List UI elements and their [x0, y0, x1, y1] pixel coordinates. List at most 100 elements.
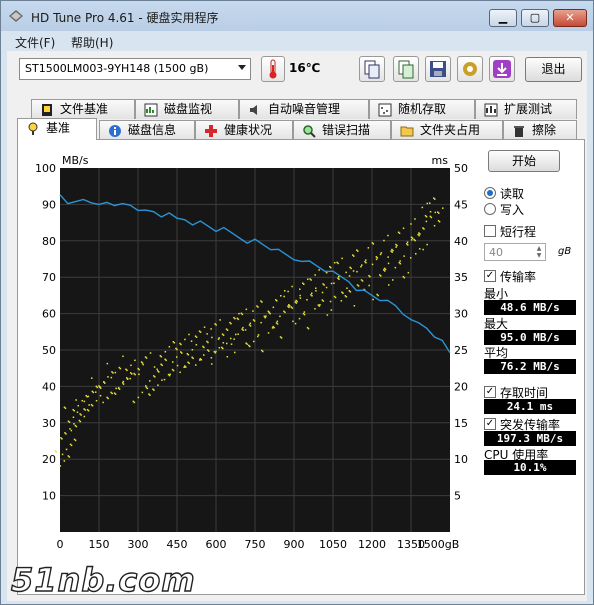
- write-label: 写入: [500, 203, 525, 217]
- access-time-point: [376, 257, 379, 259]
- tab-benchmark[interactable]: 基准: [17, 118, 97, 140]
- stepper-down-icon[interactable]: ▼: [534, 252, 544, 259]
- options-button[interactable]: [457, 56, 483, 82]
- y-left-unit: MB/s: [62, 154, 89, 167]
- tab-disk-info[interactable]: 磁盘信息: [99, 120, 195, 140]
- stepper-up-icon[interactable]: ▲: [534, 245, 544, 252]
- access-time-point: [249, 322, 252, 325]
- download-button[interactable]: [489, 56, 515, 82]
- access-time-point: [160, 356, 163, 358]
- access-time-point: [396, 244, 398, 247]
- access-time-point: [411, 237, 414, 240]
- short-stroke-unit: gB: [558, 246, 572, 257]
- title-bar[interactable]: HD Tune Pro 4.61 - 硬盘实用程序 ▁ ▢ ✕: [1, 1, 593, 31]
- access-time-point: [185, 366, 187, 368]
- access-time-point: [210, 328, 212, 330]
- access-time-point: [211, 336, 213, 339]
- tab-random-access[interactable]: 随机存取: [369, 99, 475, 119]
- access-time-point: [323, 284, 325, 286]
- y-right-tick-label: 35: [454, 271, 468, 284]
- access-time-point: [272, 306, 275, 309]
- read-radio[interactable]: [484, 187, 496, 199]
- access-time-point: [418, 234, 420, 237]
- short-stroke-stepper[interactable]: 40 ▲ ▼: [484, 243, 546, 261]
- y-left-tick-label: 100: [35, 162, 56, 175]
- close-button[interactable]: ✕: [553, 9, 587, 27]
- short-stroke-label: 短行程: [500, 225, 537, 239]
- access-time-point: [391, 251, 393, 253]
- access-time-point: [195, 336, 198, 338]
- access-time-point: [356, 270, 358, 273]
- drive-select[interactable]: ST1500LM003-9YH148 (1500 gB): [19, 58, 251, 80]
- access-time-point: [379, 253, 382, 256]
- access-time-point: [157, 384, 159, 386]
- access-time-point: [388, 284, 390, 286]
- access-time-point: [234, 351, 236, 354]
- access-time-point: [341, 257, 343, 260]
- save-button[interactable]: [425, 56, 451, 82]
- menu-file[interactable]: 文件(F): [15, 34, 55, 51]
- access-time-point: [383, 239, 385, 242]
- access-time-point: [337, 262, 339, 265]
- burst-rate-checkbox[interactable]: ✓: [484, 418, 496, 430]
- y-right-tick-label: 45: [454, 198, 468, 211]
- access-time-point: [110, 376, 113, 379]
- access-time-point: [330, 309, 333, 311]
- tab-folder-usage[interactable]: 文件夹占用: [391, 120, 503, 140]
- write-radio[interactable]: [484, 203, 496, 215]
- access-time-point: [299, 288, 301, 290]
- watermark: 51nb.com: [10, 560, 196, 599]
- access-time-point: [122, 383, 125, 385]
- access-time-point: [211, 363, 213, 365]
- menu-help[interactable]: 帮助(H): [71, 34, 113, 51]
- tab-erase[interactable]: 擦除: [503, 120, 577, 140]
- tab-extra-tests[interactable]: 扩展测试: [475, 99, 577, 119]
- copy-info-button[interactable]: [359, 56, 385, 82]
- y-right-tick-label: 30: [454, 308, 468, 321]
- access-time-point: [119, 367, 122, 370]
- start-button[interactable]: 开始: [488, 150, 560, 172]
- access-time-point: [425, 220, 428, 223]
- access-time-point: [145, 385, 147, 387]
- access-time-point: [406, 241, 409, 244]
- y-left-tick-label: 70: [42, 271, 56, 284]
- access-time-point: [268, 311, 271, 314]
- access-time-point: [172, 361, 174, 363]
- tab-label: 基准: [46, 121, 71, 135]
- tab-health[interactable]: 健康状况: [195, 120, 293, 140]
- benchmark-panel: 10 20 30 40 50 60 70 80 90 100 5 10 15 20 25 30 35 40 45 50…: [17, 139, 585, 595]
- access-time-point: [349, 291, 352, 293]
- access-time-point: [188, 333, 190, 336]
- access-time-point: [207, 341, 209, 344]
- tab-file-benchmark[interactable]: 文件基准: [31, 99, 135, 119]
- access-time-point: [321, 291, 324, 294]
- access-time-point: [372, 298, 374, 301]
- maximize-button[interactable]: ▢: [521, 9, 549, 27]
- minimize-button[interactable]: ▁: [489, 9, 517, 27]
- tab-error-scan[interactable]: 错误扫描: [293, 120, 391, 140]
- short-stroke-checkbox[interactable]: [484, 225, 496, 237]
- access-time-point: [280, 337, 283, 339]
- exit-button[interactable]: 退出: [525, 57, 582, 82]
- access-time-point: [426, 243, 428, 246]
- access-time-point: [149, 352, 152, 354]
- access-time-checkbox[interactable]: ✓: [484, 386, 496, 398]
- access-time-point: [145, 357, 148, 359]
- access-time-point: [284, 311, 286, 314]
- transfer-rate-checkbox[interactable]: ✓: [484, 270, 496, 282]
- access-time-point: [411, 239, 413, 241]
- tab-disk-monitor[interactable]: 磁盘监视: [135, 99, 239, 119]
- access-time-point: [183, 366, 185, 369]
- access-time-point: [83, 415, 86, 418]
- short-stroke-value: 40: [489, 246, 503, 259]
- access-time-point: [203, 346, 205, 349]
- tab-aam[interactable]: 自动噪音管理: [239, 99, 369, 119]
- access-time-point: [161, 379, 163, 381]
- access-time-point: [329, 300, 332, 303]
- access-time-point: [133, 401, 136, 404]
- access-time-point: [65, 448, 68, 451]
- copy-screenshot-button[interactable]: [393, 56, 419, 82]
- access-time-point: [442, 207, 444, 209]
- access-time-point: [217, 338, 220, 340]
- access-time-point: [238, 312, 240, 315]
